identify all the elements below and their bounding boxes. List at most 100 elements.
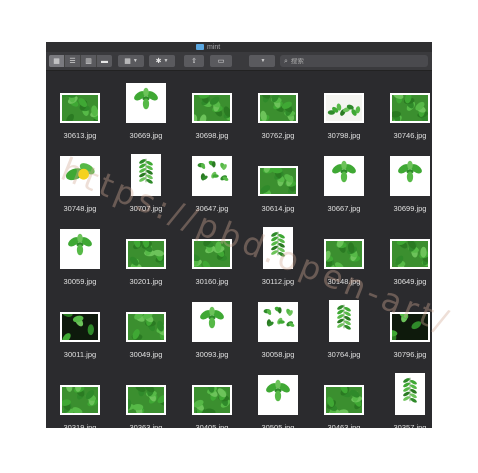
column-view-button[interactable]: ▥: [81, 55, 97, 67]
file-thumbnail: [390, 156, 430, 196]
file-thumbnail: [131, 154, 161, 196]
file-item[interactable]: 30505.jpg: [248, 371, 308, 428]
file-item[interactable]: 30764.jpg: [314, 298, 374, 368]
file-thumbnail: [390, 312, 430, 342]
file-item[interactable]: 30762.jpg: [248, 79, 308, 149]
column-view-icon: ▥: [85, 57, 92, 65]
search-field[interactable]: ⌕: [280, 55, 428, 67]
file-thumbnail: [324, 385, 364, 415]
file-item[interactable]: 30049.jpg: [116, 298, 176, 368]
file-name: 30160.jpg: [195, 277, 229, 286]
file-item[interactable]: 30798.jpg: [314, 79, 374, 149]
file-name: 30363.jpg: [129, 423, 163, 428]
file-thumbnail: [258, 302, 298, 342]
list-view-button[interactable]: ☰: [65, 55, 81, 67]
file-thumbnail: [192, 93, 232, 123]
file-name: 30011.jpg: [63, 350, 97, 359]
file-name: 30798.jpg: [327, 131, 361, 140]
file-item[interactable]: 30058.jpg: [248, 298, 308, 368]
file-thumbnail: [192, 156, 232, 196]
file-item[interactable]: 30059.jpg: [50, 225, 110, 295]
file-item[interactable]: 30699.jpg: [380, 152, 432, 222]
view-mode-control: ▦ ☰ ▥ ▬: [49, 55, 112, 67]
search-input[interactable]: [290, 57, 411, 65]
file-name: 30796.jpg: [393, 350, 427, 359]
gallery-view-button[interactable]: ▬: [97, 55, 112, 67]
file-item[interactable]: 30148.jpg: [314, 225, 374, 295]
file-item[interactable]: 30093.jpg: [182, 298, 242, 368]
gallery-view-icon: ▬: [101, 57, 108, 65]
file-name: 30748.jpg: [63, 204, 97, 213]
file-thumbnail: [258, 375, 298, 415]
file-item[interactable]: 30613.jpg: [50, 79, 110, 149]
file-item[interactable]: 30112.jpg: [248, 225, 308, 295]
search-icon: ⌕: [284, 57, 288, 65]
title-bar: mint: [46, 42, 432, 52]
file-name: 30059.jpg: [63, 277, 97, 286]
file-thumbnail: [390, 239, 430, 269]
file-item[interactable]: 30649.jpg: [380, 225, 432, 295]
file-thumbnail: [60, 93, 100, 123]
group-by-button[interactable]: ▦ ▼: [118, 55, 144, 67]
file-name: 30093.jpg: [195, 350, 229, 359]
file-thumbnail: [126, 239, 166, 269]
file-name: 30699.jpg: [393, 204, 427, 213]
file-name: 30667.jpg: [327, 204, 361, 213]
file-thumbnail: [192, 239, 232, 269]
file-item[interactable]: 30201.jpg: [116, 225, 176, 295]
file-name: 30647.jpg: [195, 204, 229, 213]
file-name: 30201.jpg: [129, 277, 163, 286]
file-item[interactable]: 30667.jpg: [314, 152, 374, 222]
file-name: 30049.jpg: [129, 350, 163, 359]
file-thumbnail: [126, 385, 166, 415]
file-thumbnail: [390, 93, 430, 123]
icon-grid-icon: ▦: [53, 57, 60, 65]
file-name: 30613.jpg: [63, 131, 97, 140]
chevron-down-icon: ▼: [132, 58, 138, 64]
file-thumbnail: [192, 385, 232, 415]
file-name: 30319.jpg: [63, 423, 97, 428]
file-item[interactable]: 30748.jpg: [50, 152, 110, 222]
file-thumbnail: [324, 156, 364, 196]
gear-icon: ✱: [155, 57, 162, 65]
file-thumbnail: [263, 227, 293, 269]
file-item[interactable]: 30698.jpg: [182, 79, 242, 149]
file-item[interactable]: 30011.jpg: [50, 298, 110, 368]
file-item[interactable]: 30463.jpg: [314, 371, 374, 428]
path-dropdown[interactable]: ▼: [249, 55, 275, 67]
file-thumbnail: [126, 312, 166, 342]
file-name: 30649.jpg: [393, 277, 427, 286]
file-item[interactable]: 30363.jpg: [116, 371, 176, 428]
folder-icon: [196, 44, 204, 50]
action-button[interactable]: ✱ ▼: [149, 55, 175, 67]
tag-icon: ▭: [217, 57, 225, 65]
file-name: 30707.jpg: [129, 204, 163, 213]
chevron-down-icon: ▼: [260, 58, 266, 64]
list-view-icon: ☰: [69, 57, 76, 65]
file-item[interactable]: 30746.jpg: [380, 79, 432, 149]
file-name: 30058.jpg: [261, 350, 295, 359]
file-name: 30762.jpg: [261, 131, 295, 140]
file-name: 30505.jpg: [261, 423, 295, 428]
file-item[interactable]: 30796.jpg: [380, 298, 432, 368]
file-name: 30405.jpg: [195, 423, 229, 428]
file-name: 30614.jpg: [261, 204, 295, 213]
file-item[interactable]: 30669.jpg: [116, 79, 176, 149]
file-thumbnail: [60, 312, 100, 342]
file-item[interactable]: 30614.jpg: [248, 152, 308, 222]
file-name: 30698.jpg: [195, 131, 229, 140]
file-item[interactable]: 30160.jpg: [182, 225, 242, 295]
file-item[interactable]: 30707.jpg: [116, 152, 176, 222]
share-button[interactable]: ⇧: [184, 55, 204, 67]
file-item[interactable]: 30405.jpg: [182, 371, 242, 428]
tags-button[interactable]: ▭: [210, 55, 232, 67]
file-item[interactable]: 30647.jpg: [182, 152, 242, 222]
grid-group-icon: ▦: [124, 57, 131, 65]
file-name: 30746.jpg: [393, 131, 427, 140]
file-item[interactable]: 30319.jpg: [50, 371, 110, 428]
file-item[interactable]: 30357.jpg: [380, 371, 432, 428]
file-name: 30112.jpg: [261, 277, 295, 286]
toolbar: ▦ ☰ ▥ ▬ ▦ ▼ ✱ ▼ ⇧ ▭ ▼ ⌕: [46, 52, 432, 71]
file-thumbnail: [60, 229, 100, 269]
icon-view-button[interactable]: ▦: [49, 55, 65, 67]
